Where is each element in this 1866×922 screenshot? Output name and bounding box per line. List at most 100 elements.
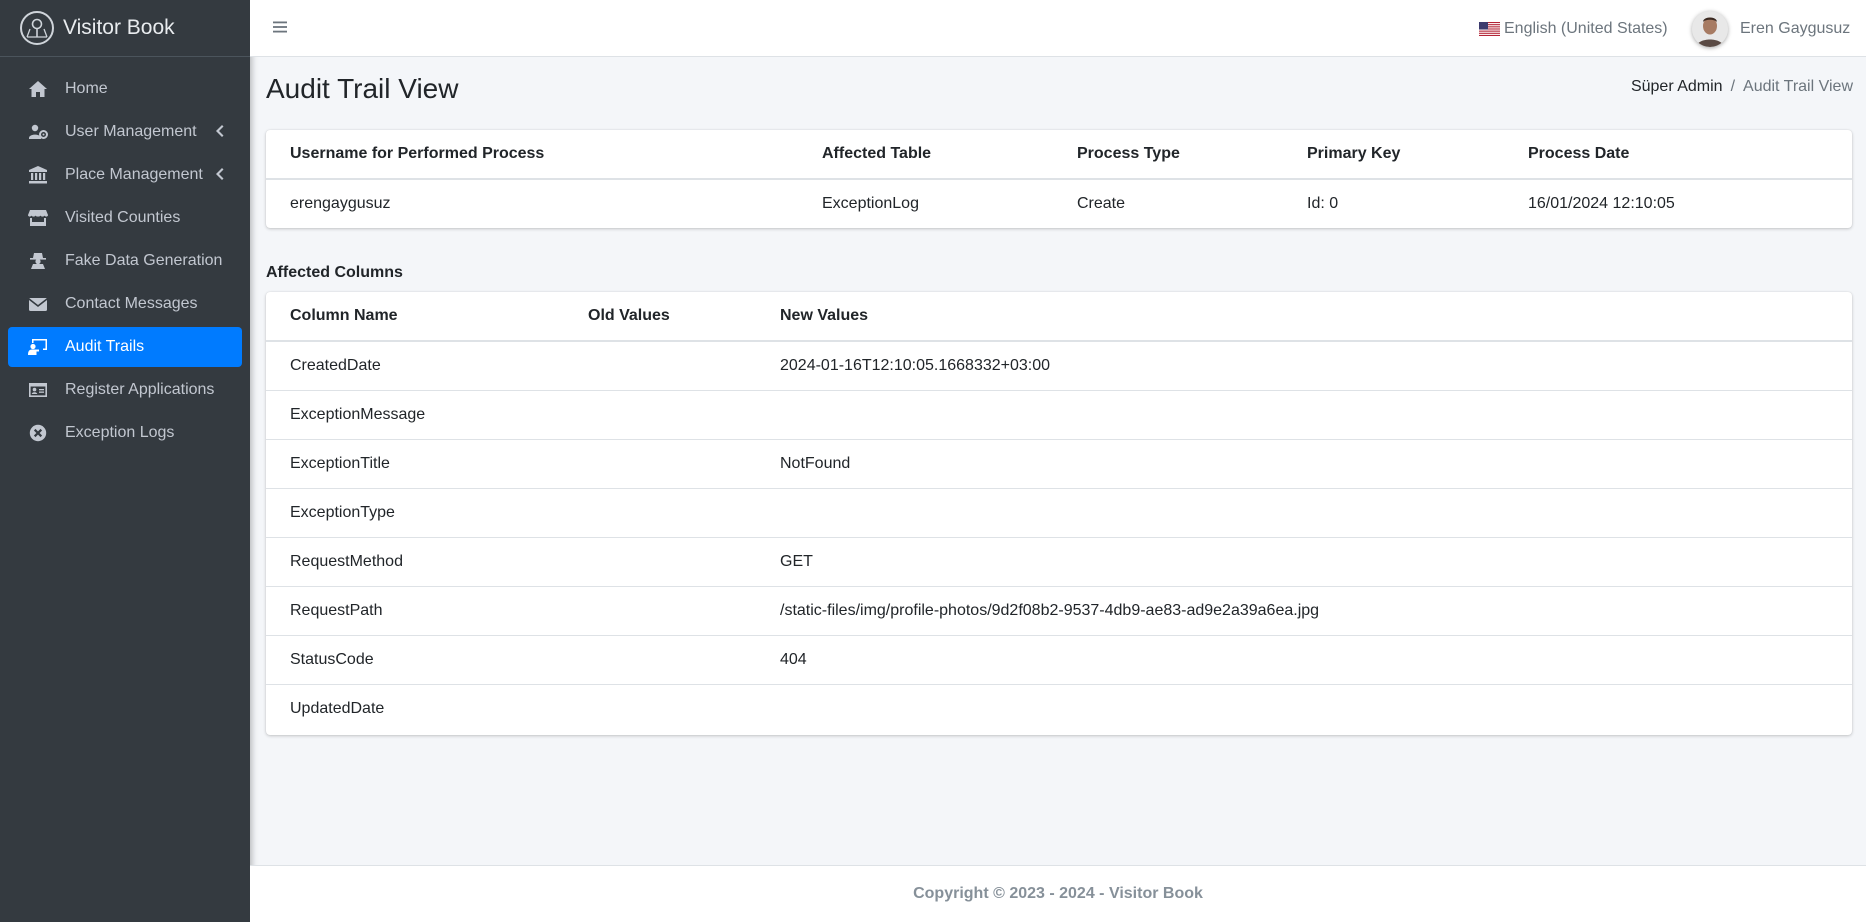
language-label: English (United States) (1504, 20, 1668, 37)
breadcrumb-current: Audit Trail View (1743, 78, 1853, 95)
copyright-text: Copyright © 2023 - 2024 - Visitor Book (913, 885, 1203, 902)
cell-old-value (564, 487, 756, 537)
column-header-process-type: Process Type (1053, 130, 1283, 180)
sidebar-item-label: Audit Trails (65, 338, 145, 355)
table-row: ExceptionTitle NotFound (266, 438, 1852, 488)
sidebar-item-label: Visited Counties (65, 209, 181, 226)
breadcrumb: Süper Admin / Audit Trail View (1631, 78, 1853, 96)
cell-column-name: ExceptionTitle (266, 438, 564, 488)
user-avatar (1692, 11, 1728, 47)
cell-process-date: 16/01/2024 12:10:05 (1528, 195, 1675, 212)
sidebar-item-exception-logs[interactable]: Exception Logs (8, 413, 242, 453)
sidebar: Visitor Book Home User Management Place … (0, 0, 250, 922)
sidebar-item-contact-messages[interactable]: Contact Messages (8, 284, 242, 324)
column-header-old-values: Old Values (564, 292, 756, 342)
affected-columns-table: Column Name Old Values New Values Create… (266, 292, 1852, 733)
cell-new-value: 404 (756, 634, 1852, 684)
sidebar-item-audit-trails[interactable]: Audit Trails (8, 327, 242, 367)
cell-old-value (564, 341, 756, 390)
us-flag-icon (1479, 22, 1500, 36)
sidebar-item-place-management[interactable]: Place Management (8, 155, 242, 195)
id-card-icon (27, 381, 49, 399)
sidebar-item-visited-counties[interactable]: Visited Counties (8, 198, 242, 238)
column-header-new-values: New Values (756, 292, 1852, 342)
user-menu[interactable]: Eren Gaygusuz (1692, 9, 1850, 49)
table-row: UpdatedDate (266, 683, 1852, 733)
breadcrumb-link-super-admin[interactable]: Süper Admin (1631, 78, 1723, 96)
affected-columns-card: Column Name Old Values New Values Create… (266, 292, 1852, 735)
cell-old-value (564, 683, 756, 733)
cell-username: erengaygusuz (290, 195, 391, 212)
cell-new-value: 2024-01-16T12:10:05.1668332+03:00 (780, 356, 1051, 374)
cell-column-name: ExceptionMessage (266, 389, 564, 439)
cell-column-name: RequestPath (266, 585, 564, 635)
column-header-username: Username for Performed Process (266, 130, 798, 180)
sidebar-item-label: Exception Logs (65, 424, 175, 441)
table-row: CreatedDate 2024-01-16T12:10:05.1668332+… (266, 341, 1852, 390)
table-header-row: Column Name Old Values New Values (266, 292, 1852, 342)
cell-old-value (564, 585, 756, 635)
table-header-row: Username for Performed Process Affected … (266, 130, 1852, 180)
user-name: Eren Gaygusuz (1740, 20, 1851, 37)
brand-text: Visitor Book (63, 16, 175, 39)
audit-summary-card: Username for Performed Process Affected … (266, 130, 1852, 228)
audit-summary-table: Username for Performed Process Affected … (266, 130, 1852, 228)
footer: Copyright © 2023 - 2024 - Visitor Book (250, 865, 1866, 922)
menu-toggle-icon[interactable] (272, 19, 290, 37)
column-header-process-date: Process Date (1504, 130, 1852, 180)
sidebar-item-label: Register Applications (65, 381, 215, 398)
cell-primary-key: Id: 0 (1307, 195, 1339, 212)
sidebar-nav: Home User Management Place Management Vi… (0, 57, 250, 453)
sidebar-item-label: Place Management (65, 166, 203, 183)
column-header-primary-key: Primary Key (1283, 130, 1504, 180)
times-circle-icon (27, 424, 49, 442)
sidebar-item-user-management[interactable]: User Management (8, 112, 242, 152)
cell-old-value (564, 634, 756, 684)
language-selector[interactable]: English (United States) (1479, 18, 1668, 40)
cell-column-name: StatusCode (266, 634, 564, 684)
sidebar-item-label: Fake Data Generation (65, 252, 223, 269)
envelope-icon (27, 295, 49, 313)
cell-old-value (564, 389, 756, 439)
cell-column-name: UpdatedDate (266, 683, 564, 733)
cell-process-type: Create (1077, 195, 1126, 212)
cell-affected-table: ExceptionLog (822, 195, 919, 212)
brand-link[interactable]: Visitor Book (0, 0, 250, 57)
brand-logo-icon (20, 11, 54, 45)
table-row: erengaygusuz ExceptionLog Create Id: 0 1… (266, 179, 1852, 228)
sidebar-item-fake-data-generation[interactable]: Fake Data Generation (8, 241, 242, 281)
users-cog-icon (27, 123, 49, 141)
table-row: RequestMethod GET (266, 536, 1852, 586)
table-row: ExceptionMessage (266, 389, 1852, 439)
sidebar-item-home[interactable]: Home (8, 69, 242, 109)
chalkboard-teacher-icon (27, 338, 49, 356)
table-row: StatusCode 404 (266, 634, 1852, 684)
landmark-icon (27, 166, 49, 184)
sidebar-item-register-applications[interactable]: Register Applications (8, 370, 242, 410)
cell-column-name: ExceptionType (266, 487, 564, 537)
column-header-column-name: Column Name (266, 292, 564, 342)
cell-old-value (564, 438, 756, 488)
page-title: Audit Trail View (266, 73, 459, 104)
chevron-left-icon (214, 124, 228, 140)
cell-new-value (756, 487, 1852, 537)
cell-old-value (564, 536, 756, 586)
user-secret-icon (27, 252, 49, 270)
cell-new-value: GET (756, 536, 1852, 586)
breadcrumb-separator: / (1730, 78, 1736, 95)
sidebar-item-label: Contact Messages (65, 295, 198, 312)
table-row: ExceptionType (266, 487, 1852, 537)
affected-columns-title: Affected Columns (266, 264, 403, 281)
sidebar-item-label: Home (65, 80, 108, 97)
cell-column-name: CreatedDate (290, 356, 381, 374)
cell-column-name: RequestMethod (266, 536, 564, 586)
sidebar-item-label: User Management (65, 123, 197, 140)
cell-new-value (756, 683, 1852, 733)
chevron-left-icon (214, 167, 228, 183)
cell-new-value (756, 389, 1852, 439)
cell-new-value: NotFound (756, 438, 1852, 488)
top-navbar: English (United States) Eren Gaygusuz (250, 0, 1866, 57)
home-icon (27, 80, 49, 98)
cell-new-value: /static-files/img/profile-photos/9d2f08b… (756, 585, 1852, 635)
store-icon (27, 209, 49, 227)
